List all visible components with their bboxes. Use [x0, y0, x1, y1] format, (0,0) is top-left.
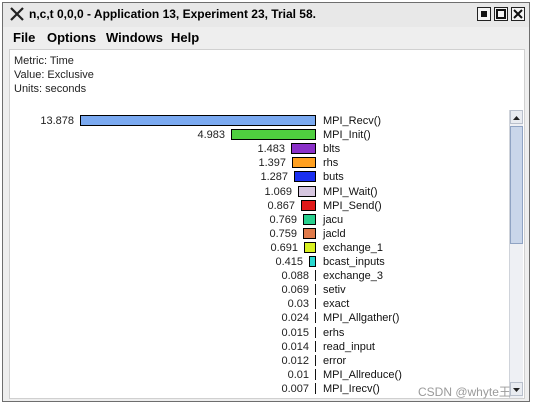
minimize-button[interactable]: [477, 7, 491, 21]
chart-panel: Metric: Time Value: Exclusive Units: sec…: [9, 49, 525, 399]
bar-value: 1.397: [258, 157, 286, 170]
bar-label: MPI_Init(): [323, 129, 371, 142]
bar-label: jacu: [323, 213, 344, 226]
bar[interactable]: [294, 171, 316, 183]
bar-value: 0.415: [275, 256, 303, 268]
scroll-thumb[interactable]: [510, 126, 523, 244]
bar-value: 1.069: [264, 185, 292, 198]
close-button[interactable]: [511, 7, 525, 21]
arrow-down-icon: [513, 388, 520, 392]
bar[interactable]: [298, 185, 316, 197]
bar-label: exchange_1: [323, 241, 383, 254]
bar-value: 0.024: [281, 312, 309, 325]
menu-bar: File Options Windows Help: [3, 27, 529, 48]
bar-value: 0.012: [281, 354, 309, 367]
units-label: Units: seconds: [14, 83, 87, 95]
menu-windows[interactable]: Windows: [106, 30, 163, 45]
bar[interactable]: [303, 227, 316, 239]
bar-value: 0.014: [281, 340, 309, 353]
bar[interactable]: [315, 284, 316, 296]
bar-label: exact: [323, 298, 350, 311]
bar-label: MPI_Recv(): [323, 115, 382, 127]
bar-value: 0.867: [267, 199, 295, 212]
bar-value: 4.983: [197, 129, 225, 142]
value-label: Value: Exclusive: [14, 69, 94, 81]
bar-value: 0.007: [281, 382, 309, 395]
bar-value: 0.069: [281, 284, 309, 297]
bar-label: MPI_Wait(): [323, 185, 378, 198]
bar-label: MPI_Send(): [323, 199, 382, 212]
menu-help[interactable]: Help: [171, 30, 199, 45]
maximize-icon: [496, 9, 506, 19]
bar-label: buts: [323, 171, 344, 184]
bar-value: 0.01: [287, 368, 309, 381]
metric-label: Metric: Time: [14, 55, 74, 67]
bar-label: blts: [323, 143, 341, 156]
menu-options[interactable]: Options: [47, 30, 96, 45]
bar-value: 0.088: [281, 270, 309, 283]
minimize-icon: [481, 11, 487, 17]
bar[interactable]: [315, 354, 316, 366]
bar-value: 1.483: [257, 143, 285, 156]
bar[interactable]: [291, 143, 316, 155]
bar[interactable]: [315, 368, 316, 380]
vertical-scrollbar[interactable]: [509, 110, 523, 398]
maximize-button[interactable]: [494, 7, 508, 21]
bar[interactable]: [315, 312, 316, 324]
bar-value: 1.287: [260, 171, 288, 184]
bar[interactable]: [309, 256, 316, 267]
bar[interactable]: [292, 157, 316, 169]
bar[interactable]: [231, 129, 316, 141]
bar[interactable]: [303, 213, 316, 225]
bar-label: bcast_inputs: [323, 256, 385, 268]
bar[interactable]: [315, 326, 316, 338]
bar[interactable]: [304, 241, 316, 253]
bar-label: exchange_3: [323, 270, 383, 283]
bar[interactable]: [80, 115, 316, 126]
bar-label: setiv: [323, 284, 346, 297]
app-window: n,c,t 0,0,0 - Application 13, Experiment…: [2, 2, 530, 402]
scroll-down-button[interactable]: [510, 382, 523, 396]
bar-value: 13.878: [40, 115, 74, 127]
bar[interactable]: [315, 298, 316, 310]
bar-label: jacld: [323, 227, 346, 240]
watermark: CSDN @whyte王: [418, 385, 511, 399]
bar-value: 0.03: [287, 298, 309, 311]
arrow-up-icon: [513, 116, 520, 120]
bar[interactable]: [315, 270, 316, 282]
bar-label: MPI_Irecv(): [323, 382, 380, 395]
bar-value: 0.769: [269, 213, 297, 226]
menu-file[interactable]: File: [13, 30, 35, 45]
bar-label: rhs: [323, 157, 339, 170]
bar[interactable]: [315, 382, 316, 394]
bar-label: error: [323, 354, 347, 367]
bar-label: erhs: [323, 326, 345, 339]
bar-label: read_input: [323, 340, 375, 353]
scroll-up-button[interactable]: [510, 110, 523, 124]
bar-label: MPI_Allreduce(): [323, 368, 402, 381]
bar[interactable]: [315, 340, 316, 352]
title-bar[interactable]: n,c,t 0,0,0 - Application 13, Experiment…: [3, 3, 529, 28]
bar-value: 0.691: [270, 241, 298, 254]
bar-value: 0.759: [269, 227, 297, 240]
bar[interactable]: [301, 199, 316, 211]
bar-label: MPI_Allgather(): [323, 312, 400, 325]
window-title: n,c,t 0,0,0 - Application 13, Experiment…: [29, 7, 316, 21]
close-icon: [513, 9, 523, 19]
bar-value: 0.015: [281, 326, 309, 339]
x-logo-icon: [10, 7, 24, 21]
